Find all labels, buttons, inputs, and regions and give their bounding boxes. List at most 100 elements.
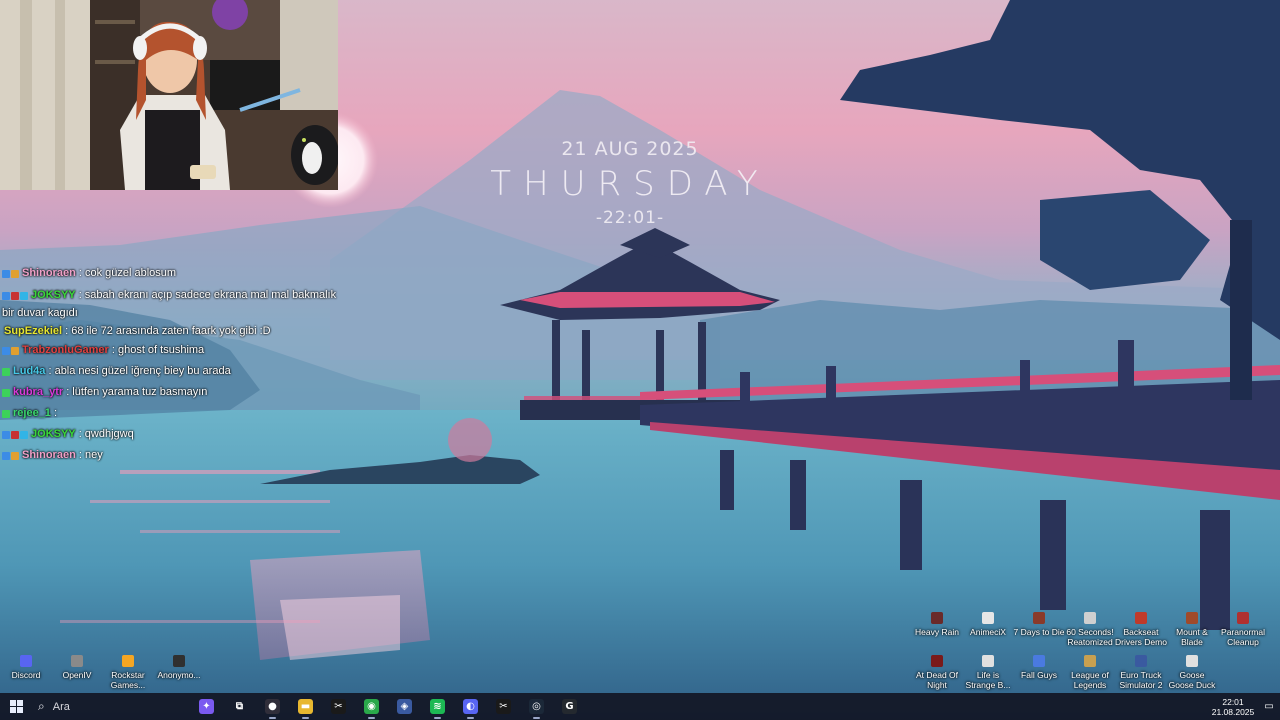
- chat-message: JOKSYY : sabah ekranı açıp sadece ekrana…: [2, 285, 342, 322]
- notification-icon[interactable]: ▭: [1258, 693, 1280, 720]
- task-view-icon: ⧉: [235, 701, 244, 712]
- taskbar-app-task-view[interactable]: ⧉: [223, 693, 256, 720]
- taskbar-app-steam[interactable]: ◎: [520, 693, 553, 720]
- chat-badges: [2, 343, 20, 362]
- shortcut-label: Mount & Blade: [1176, 627, 1208, 647]
- taskbar-app-github[interactable]: G: [553, 693, 586, 720]
- desktop-shortcut[interactable]: Paranormal Cleanup: [1217, 612, 1269, 647]
- chat-message: Lud4a : abla nesi güzel iğrenç biey bu a…: [2, 362, 342, 383]
- search-icon: ⌕: [38, 699, 45, 713]
- app-icon: [71, 655, 83, 667]
- taskbar-app-file-explorer[interactable]: ▬: [289, 693, 322, 720]
- badge-icon: [2, 410, 10, 418]
- desktop-shortcut[interactable]: Backseat Drivers Demo: [1115, 612, 1167, 647]
- chat-message: JOKSYY : qwdhjgwq: [2, 425, 342, 446]
- badge-icon: [11, 431, 19, 439]
- copilot-icon: ✦: [199, 699, 214, 714]
- desktop-shortcut[interactable]: Fall Guys: [1013, 655, 1065, 680]
- stream-chat: Shinoraen : cok güzel ablosum JOKSYY : sa…: [2, 264, 342, 467]
- steam-icon: ◎: [529, 699, 544, 714]
- desktop-shortcut[interactable]: Life is Strange B...: [962, 655, 1014, 690]
- chat-username: Shinoraen: [22, 267, 76, 279]
- chat-username: JOKSYY: [31, 289, 76, 301]
- taskbar-app-vpn[interactable]: ◈: [388, 693, 421, 720]
- badge-icon: [11, 452, 19, 460]
- chat-message: SupEzekiel : 68 ile 72 arasında zaten fa…: [2, 322, 342, 341]
- shortcut-label: Backseat Drivers Demo: [1115, 627, 1167, 647]
- app-icon: [931, 612, 943, 624]
- app-icon: [1237, 612, 1249, 624]
- badge-icon: [2, 292, 10, 300]
- desktop-shortcut[interactable]: 7 Days to Die: [1013, 612, 1065, 637]
- shortcut-label: Fall Guys: [1021, 670, 1057, 680]
- chat-badges: [2, 448, 20, 467]
- desktop-shortcut[interactable]: Euro Truck Simulator 2: [1115, 655, 1167, 690]
- taskbar-app-copilot[interactable]: ✦: [190, 693, 223, 720]
- chat-message: Shinoraen : cok güzel ablosum: [2, 264, 342, 285]
- taskbar-app-spotify[interactable]: ≋: [421, 693, 454, 720]
- start-button[interactable]: [0, 693, 32, 720]
- search-placeholder: Ara: [52, 700, 70, 713]
- badge-icon: [2, 368, 10, 376]
- taskbar-app-obs[interactable]: ●: [256, 693, 289, 720]
- badge-icon: [2, 347, 10, 355]
- app-icon: [1135, 655, 1147, 667]
- shortcut-label: Paranormal Cleanup: [1221, 627, 1265, 647]
- taskbar-app-discord[interactable]: ◐: [454, 693, 487, 720]
- badge-icon: [11, 347, 19, 355]
- app-icon: [931, 655, 943, 667]
- capcut-2-icon: ✂: [496, 699, 511, 714]
- app-icon: [982, 655, 994, 667]
- shortcut-label: Goose Goose Duck: [1168, 670, 1216, 690]
- chat-text: : lütfen yarama tuz basmayın: [63, 386, 208, 398]
- badge-icon: [2, 270, 10, 278]
- shortcut-label: AnimeciX: [970, 627, 1006, 637]
- taskbar-app-capcut-2[interactable]: ✂: [487, 693, 520, 720]
- badge-icon: [20, 431, 28, 439]
- desktop-shortcut[interactable]: 60 Seconds! Reatomized: [1064, 612, 1116, 647]
- chat-badges: [2, 385, 11, 404]
- chat-text: : ney: [75, 449, 103, 461]
- chat-username: kubra_ytr: [13, 386, 64, 398]
- app-icon: [173, 655, 185, 667]
- desktop-shortcut[interactable]: Heavy Rain: [911, 612, 963, 637]
- shortcut-label: Euro Truck Simulator 2: [1119, 670, 1163, 690]
- badge-icon: [11, 270, 19, 278]
- app-icon: [1084, 655, 1096, 667]
- desktop-shortcut[interactable]: Goose Goose Duck: [1166, 655, 1218, 690]
- shortcut-label: Heavy Rain: [915, 627, 959, 637]
- chat-message: rejee_1 :: [2, 404, 342, 425]
- desktop-shortcut[interactable]: AnimeciX: [962, 612, 1014, 637]
- chat-username: SupEzekiel: [4, 325, 63, 337]
- desktop-shortcut[interactable]: Rockstar Games...: [102, 655, 154, 690]
- clock-time: 22:01: [1222, 696, 1244, 707]
- taskbar-clock[interactable]: 22:01 21.08.2025: [1208, 697, 1258, 717]
- chat-text: : ghost of tsushima: [108, 344, 205, 356]
- vpn-icon: ◈: [397, 699, 412, 714]
- app-icon: [1186, 612, 1198, 624]
- desktop-shortcut[interactable]: Anonymo...: [153, 655, 205, 680]
- app-icon: [1135, 612, 1147, 624]
- github-icon: G: [562, 699, 577, 714]
- widget-time: -22:01-: [595, 208, 665, 228]
- shortcut-label: Anonymo...: [157, 670, 201, 680]
- taskbar-app-capcut[interactable]: ✂: [322, 693, 355, 720]
- widget-date: 21 AUG 2025: [561, 138, 699, 160]
- shortcut-label: Discord: [11, 670, 41, 680]
- desktop-shortcut[interactable]: League of Legends: [1064, 655, 1116, 690]
- app-icon: [122, 655, 134, 667]
- taskbar-app-chrome[interactable]: ◉: [355, 693, 388, 720]
- chat-badges: [2, 266, 20, 285]
- shortcut-label: OpenIV: [62, 670, 92, 680]
- chat-text: :: [50, 407, 58, 419]
- chat-message: TrabzonluGamer : ghost of tsushima: [2, 341, 342, 362]
- taskbar-search[interactable]: ⌕ Ara: [32, 693, 190, 720]
- chat-message: Shinoraen : ney: [2, 446, 342, 467]
- desktop-shortcut[interactable]: At Dead Of Night: [911, 655, 963, 690]
- spotify-icon: ≋: [430, 699, 445, 714]
- desktop-shortcut[interactable]: Mount & Blade: [1166, 612, 1218, 647]
- desktop-shortcut[interactable]: Discord: [0, 655, 52, 680]
- badge-icon: [20, 292, 28, 300]
- desktop-shortcut[interactable]: OpenIV: [51, 655, 103, 680]
- shortcut-label: Rockstar Games...: [110, 670, 146, 690]
